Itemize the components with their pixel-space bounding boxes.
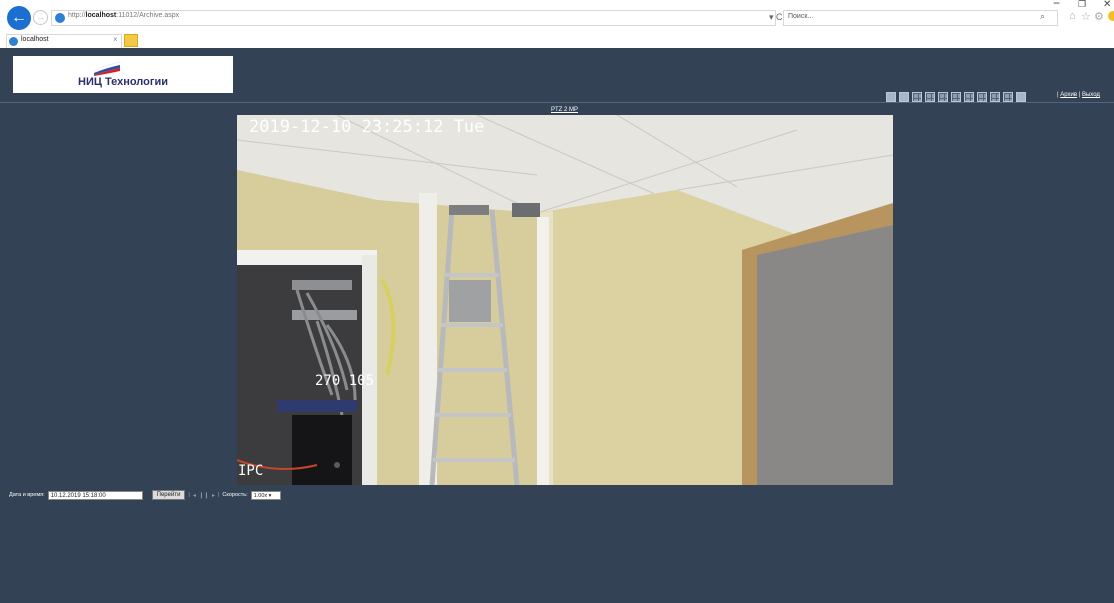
layout-10-icon[interactable] <box>964 92 974 102</box>
forward-icon[interactable]: → <box>33 10 48 25</box>
flag-icon <box>93 61 121 76</box>
camera-frame <box>237 115 893 485</box>
playback-controls: Дата и время: 10.12.2019 15:18:00 Перейт… <box>9 489 281 501</box>
pause-button[interactable]: ❙❙ <box>199 492 209 499</box>
tab-favicon-icon <box>9 37 18 46</box>
back-icon[interactable]: ← <box>7 6 31 30</box>
speed-label: Скорость: <box>222 492 248 498</box>
layout-1-icon[interactable] <box>886 92 896 102</box>
separator: | <box>1078 92 1081 98</box>
layout-toolbar <box>886 92 1026 104</box>
layout-6-icon[interactable] <box>925 92 935 102</box>
archive-link[interactable]: Архив <box>1060 92 1077 98</box>
osd-camera-name: IPC <box>238 463 264 479</box>
date-label: Дата и время: <box>9 492 45 498</box>
video-player[interactable]: 2019-12-10 23:25:12 Tue 270 105 IPC <box>237 115 893 485</box>
layout-16-icon[interactable] <box>990 92 1000 102</box>
layout-4-icon[interactable] <box>912 92 922 102</box>
tab-title: localhost <box>21 36 49 43</box>
browser-chrome: ← → http://localhost:11012/Archive.aspx … <box>0 0 1114 48</box>
logo-text: НИЦ Технологии <box>78 76 168 88</box>
smiley-icon[interactable] <box>1108 11 1114 21</box>
new-tab-button[interactable] <box>124 34 138 47</box>
separator: | <box>188 492 190 498</box>
search-input[interactable]: Поиск... <box>783 10 1058 26</box>
osd-ptz-position: 270 105 <box>315 373 375 389</box>
url-text: http://localhost:11012/Archive.aspx <box>68 12 180 19</box>
layout-13-icon[interactable] <box>977 92 987 102</box>
home-icon[interactable]: ⌂ <box>1069 10 1076 22</box>
logout-link[interactable]: Выход <box>1082 92 1100 98</box>
date-time-input[interactable]: 10.12.2019 15:18:00 <box>47 490 143 500</box>
gear-icon[interactable]: ⚙ <box>1094 10 1104 23</box>
address-bar[interactable]: http://localhost:11012/Archive.aspx <box>51 10 776 26</box>
camera-title-link[interactable]: PTZ 2 MP <box>551 107 578 113</box>
minimize-button[interactable]: − <box>1053 0 1060 10</box>
tab-close-icon[interactable]: × <box>113 35 118 44</box>
osd-timestamp: 2019-12-10 23:25:12 Tue <box>249 117 485 137</box>
page-header: НИЦ Технологии | Архив | Выход <box>0 48 1114 103</box>
go-button[interactable]: Перейти <box>151 490 186 500</box>
prev-frame-button[interactable]: ◂ <box>193 492 196 499</box>
layout-8-icon[interactable] <box>938 92 948 102</box>
separator: | <box>1057 92 1059 98</box>
star-icon[interactable]: ☆ <box>1081 10 1091 23</box>
tab-localhost[interactable]: localhost × <box>6 34 122 48</box>
refresh-icon[interactable]: ▾ C <box>769 12 783 23</box>
layout-single-icon[interactable] <box>899 92 909 102</box>
search-placeholder: Поиск... <box>788 13 814 20</box>
layout-25-icon[interactable] <box>1003 92 1013 102</box>
layout-9-icon[interactable] <box>951 92 961 102</box>
layout-next-icon[interactable] <box>1016 92 1026 102</box>
close-button[interactable]: ✕ <box>1103 0 1111 10</box>
speed-select[interactable]: 1.00x ▾ <box>250 490 281 500</box>
maximize-button[interactable]: ❐ <box>1078 0 1086 10</box>
logo: НИЦ Технологии <box>13 56 233 93</box>
play-button[interactable]: ▸ <box>212 492 215 499</box>
separator: | <box>217 492 220 498</box>
site-icon <box>55 13 65 23</box>
search-icon[interactable]: ⌕ <box>1040 11 1045 22</box>
top-links: | Архив | Выход <box>1057 92 1100 98</box>
